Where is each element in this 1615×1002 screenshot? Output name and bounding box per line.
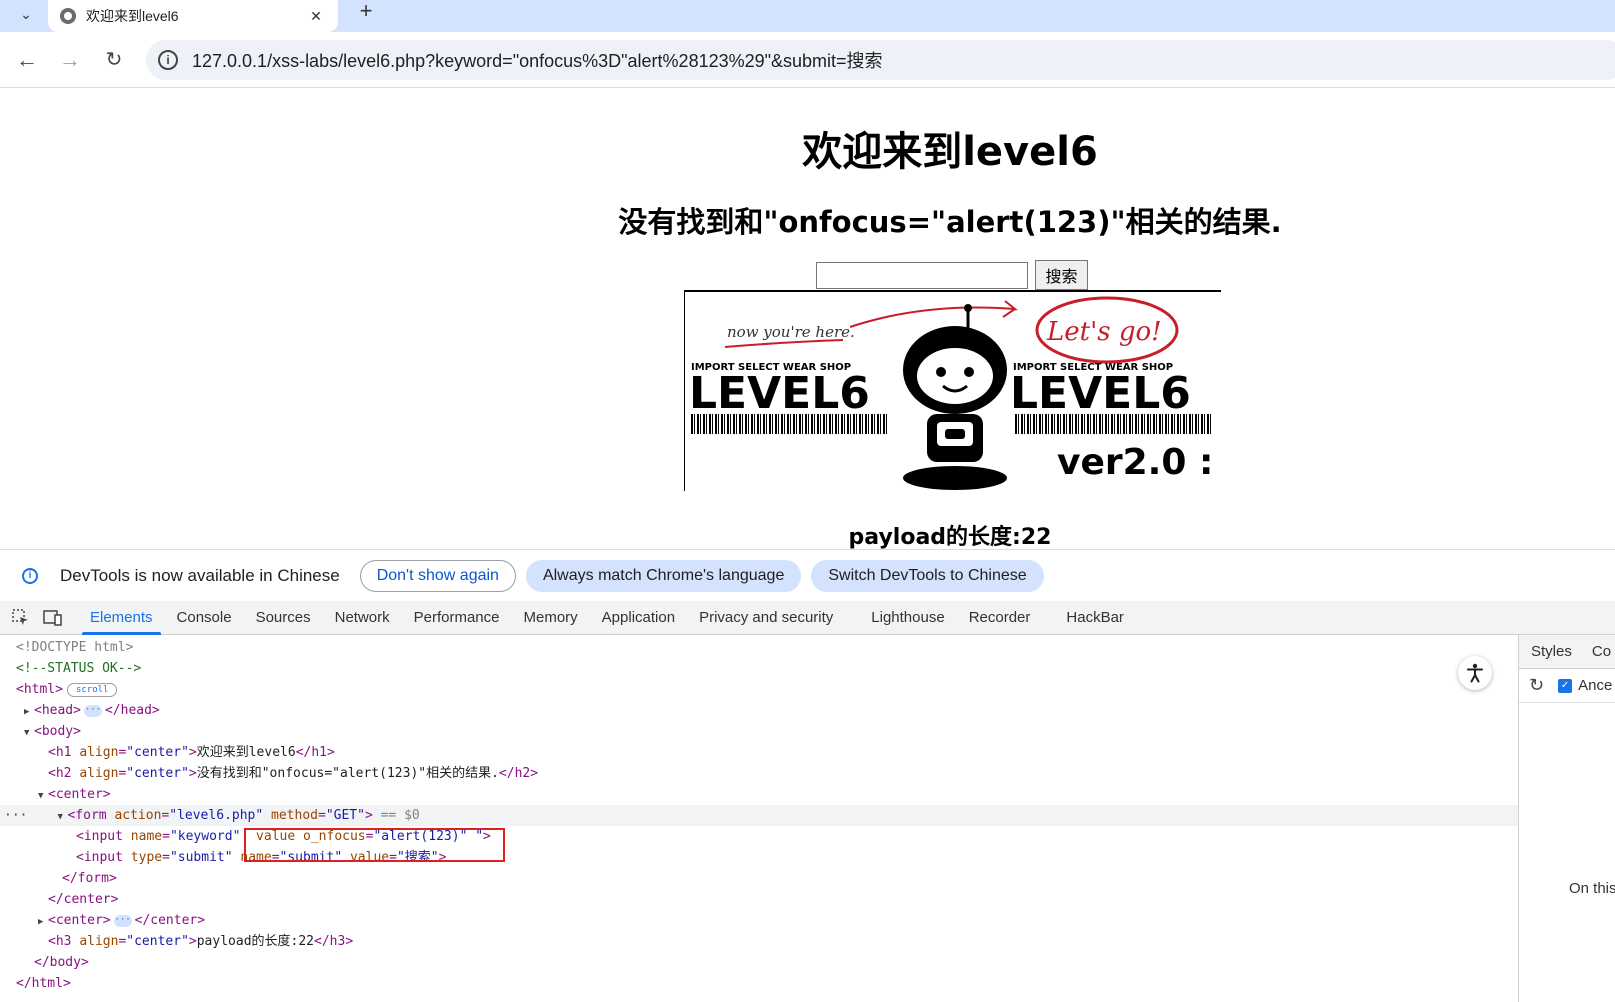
dom-body-close[interactable]: </body>: [0, 952, 1518, 973]
dom-html-close[interactable]: </html>: [0, 973, 1518, 994]
tab-level6[interactable]: 欢迎来到level6 ✕: [48, 0, 338, 32]
styles-empty-message: On this: [1569, 880, 1615, 897]
switch-to-chinese-button[interactable]: Switch DevTools to Chinese: [811, 559, 1044, 592]
tab-title: 欢迎来到level6: [86, 8, 179, 24]
tab-network[interactable]: Network: [323, 601, 402, 635]
banner-bubble-text: Let's go!: [1046, 317, 1162, 347]
address-bar[interactable]: i 127.0.0.1/xss-labs/level6.php?keyword=…: [146, 40, 1615, 80]
dom-doctype[interactable]: <!DOCTYPE html>: [0, 637, 1518, 658]
accessibility-icon[interactable]: [1458, 656, 1492, 690]
ellipsis-icon[interactable]: ···: [83, 704, 102, 717]
dom-input-submit[interactable]: <input type="submit" name="submit" value…: [0, 847, 1518, 868]
tab-lighthouse[interactable]: Lighthouse: [859, 601, 956, 635]
page-title: 欢迎来到level6: [802, 129, 1098, 175]
dom-input-keyword[interactable]: <input name="keyword" value o_nfocus="al…: [0, 826, 1518, 847]
refresh-icon[interactable]: ↻: [1529, 675, 1544, 696]
dom-h2[interactable]: <h2 align="center">没有找到和"onfocus="alert(…: [0, 763, 1518, 784]
tab-hackbar[interactable]: HackBar: [1054, 601, 1136, 635]
devtools-language-infobar: i DevTools is now available in Chinese D…: [0, 549, 1615, 601]
barcode-left-shape: [691, 414, 889, 434]
scroll-badge[interactable]: scroll: [66, 682, 118, 697]
page-viewport: 欢迎来到level6 没有找到和"onfocus="alert(123)"相关的…: [0, 89, 1615, 549]
ancestors-checkbox[interactable]: ✓: [1558, 678, 1573, 693]
search-submit-button[interactable]: 搜索: [1035, 260, 1088, 290]
tab-elements[interactable]: Elements: [78, 601, 165, 635]
tab-strip: ⌄ 欢迎来到level6 ✕ +: [0, 0, 1615, 32]
expand-triangle-icon[interactable]: ▶: [38, 912, 48, 933]
robot-mascot-icon: [903, 304, 1007, 490]
tab-styles[interactable]: Styles: [1519, 643, 1572, 660]
dom-comment[interactable]: <!--STATUS OK-->: [0, 658, 1518, 679]
site-info-icon[interactable]: i: [158, 50, 178, 70]
collapse-triangle-icon[interactable]: ▼: [57, 807, 67, 828]
level6-banner-image: now you're here. Let's go! IMPORT SELECT…: [684, 290, 1221, 491]
devtools-tab-bar: Elements Console Sources Network Perform…: [0, 601, 1615, 635]
styles-tab-bar: Styles Co: [1519, 635, 1615, 669]
tab-console[interactable]: Console: [165, 601, 244, 635]
always-match-language-button[interactable]: Always match Chrome's language: [525, 559, 802, 592]
dom-center-close[interactable]: </center>: [0, 889, 1518, 910]
tab-performance[interactable]: Performance: [402, 601, 512, 635]
tab-application[interactable]: Application: [590, 601, 687, 635]
dom-h3[interactable]: <h3 align="center">payload的长度:22</h3>: [0, 931, 1518, 952]
styles-toolbar: ↻ ✓ Ance: [1519, 669, 1615, 703]
keyword-input[interactable]: [816, 262, 1028, 289]
barcode-right-shape: [1013, 414, 1213, 434]
dom-form-selected[interactable]: ··· ▼ <form action="level6.php" method="GE…: [0, 805, 1518, 826]
tab-sources[interactable]: Sources: [244, 601, 323, 635]
red-arrow-shape: [849, 300, 1019, 328]
new-tab-plus-icon[interactable]: +: [352, 0, 380, 28]
collapse-triangle-icon[interactable]: ▼: [38, 786, 48, 807]
dom-center-collapsed[interactable]: ▶ <center> ··· </center>: [0, 910, 1518, 931]
tab-search-chevron-icon[interactable]: ⌄: [8, 0, 44, 28]
ancestors-label: Ance: [1578, 677, 1613, 694]
globe-icon: [60, 8, 76, 24]
dom-h1[interactable]: <h1 align="center">欢迎来到level6</h1>: [0, 742, 1518, 763]
tab-privacy-security[interactable]: Privacy and security: [687, 601, 845, 635]
back-arrow-icon[interactable]: ←: [13, 46, 41, 74]
dom-head[interactable]: ▶ <head> ··· </head>: [0, 700, 1518, 721]
dom-center[interactable]: ▼ <center>: [0, 784, 1518, 805]
level-text-right: LEVEL6: [1010, 368, 1191, 419]
tab-memory[interactable]: Memory: [512, 601, 590, 635]
elements-dom-tree: <!DOCTYPE html> <!--STATUS OK--> <html> s…: [0, 635, 1518, 1002]
version-text: ver2.0 :: [1057, 442, 1213, 483]
inspect-element-icon[interactable]: [10, 607, 32, 629]
info-icon: i: [22, 567, 38, 584]
forward-arrow-icon[interactable]: →: [56, 46, 84, 74]
level-text-left: LEVEL6: [689, 368, 870, 419]
reload-icon[interactable]: ↻: [100, 46, 128, 74]
expand-triangle-icon[interactable]: ▶: [24, 702, 34, 723]
ellipsis-icon[interactable]: ···: [113, 914, 132, 927]
dom-body[interactable]: ▼ <body>: [0, 721, 1518, 742]
url-text[interactable]: 127.0.0.1/xss-labs/level6.php?keyword="o…: [192, 47, 883, 73]
dont-show-again-button[interactable]: Don't show again: [359, 559, 516, 592]
dom-html[interactable]: <html> scroll: [0, 679, 1518, 700]
level6-banner-svg: now you're here. Let's go! IMPORT SELECT…: [689, 296, 1213, 490]
infobar-message: DevTools is now available in Chinese: [60, 565, 340, 585]
payload-length: payload的长度:22: [848, 525, 1052, 549]
device-toolbar-icon[interactable]: [42, 607, 64, 629]
tab-computed[interactable]: Co: [1572, 643, 1611, 660]
browser-toolbar: ← → ↻ i 127.0.0.1/xss-labs/level6.php?ke…: [0, 32, 1615, 88]
styles-pane: Styles Co ↻ ✓ Ance On this: [1518, 635, 1615, 1002]
underline-stroke: [724, 339, 844, 348]
banner-annotation: now you're here.: [727, 323, 855, 341]
tab-recorder[interactable]: Recorder: [957, 601, 1043, 635]
close-icon[interactable]: ✕: [306, 8, 326, 25]
highlight-box: [244, 828, 505, 862]
dom-form-close[interactable]: </form>: [0, 868, 1518, 889]
collapse-triangle-icon[interactable]: ▼: [24, 723, 34, 744]
result-message: 没有找到和"onfocus="alert(123)"相关的结果.: [618, 205, 1282, 239]
browser-window: ⌄ 欢迎来到level6 ✕ + ← → ↻ i 127.0.0.1/xss-l…: [0, 0, 1615, 1002]
